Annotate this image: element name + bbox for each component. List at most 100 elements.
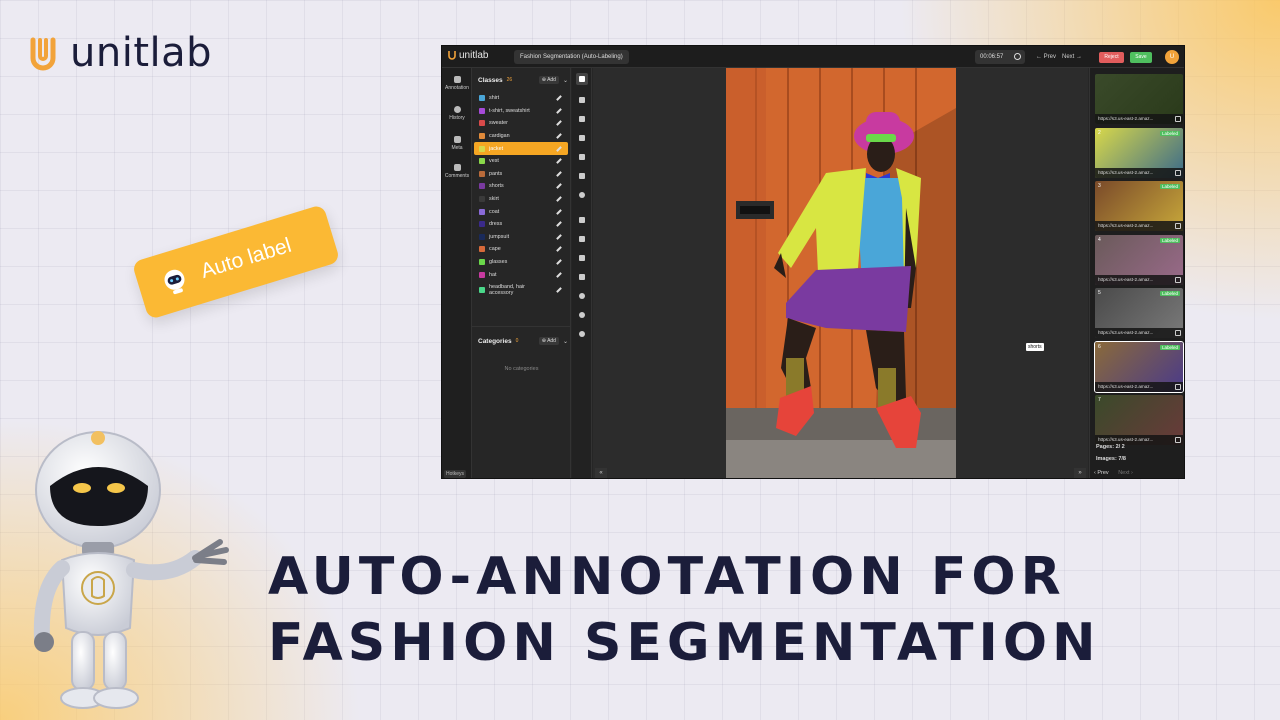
headline-line-2: FASHION SEGMENTATION: [268, 613, 1101, 673]
thumbnail-item[interactable]: 2 Labeled https://s3.us-east-2.amaz...: [1095, 127, 1183, 178]
thumbs-next-button[interactable]: Next ›: [1118, 470, 1133, 476]
search-icon[interactable]: [576, 290, 588, 302]
thumbnail-item[interactable]: 7 https://s3.us-east-2.amaz...: [1095, 395, 1183, 445]
copy-icon[interactable]: [1175, 116, 1181, 122]
pencil-icon[interactable]: [556, 196, 562, 202]
shape-tool-icon[interactable]: [576, 113, 588, 125]
class-item-coat[interactable]: coat: [474, 205, 568, 218]
class-item-vest[interactable]: vest: [474, 155, 568, 168]
zoom-in-icon[interactable]: [576, 309, 588, 321]
class-item-cape[interactable]: cape: [474, 243, 568, 256]
pencil-icon[interactable]: [556, 208, 562, 215]
class-color-swatch: [479, 208, 485, 215]
class-item-shorts[interactable]: shorts: [474, 180, 568, 193]
class-item-jumpsuit[interactable]: jumpsuit: [474, 231, 568, 244]
class-item-t-shirt[interactable]: t-shirt, sweatshirt: [474, 105, 568, 118]
class-color-swatch: [479, 170, 485, 177]
thumbnail-item[interactable]: https://s3.us-east-2.amaz...: [1095, 74, 1183, 124]
brush-tool-icon[interactable]: [576, 94, 588, 106]
pencil-icon[interactable]: [556, 95, 562, 102]
pencil-icon[interactable]: [556, 233, 562, 240]
rail-item-comments[interactable]: Comments: [442, 164, 472, 179]
copy-icon[interactable]: [1175, 437, 1181, 443]
class-item-cardigan[interactable]: cardigan: [474, 130, 568, 143]
class-item-hat[interactable]: hat: [474, 268, 568, 281]
class-name: jacket: [489, 145, 504, 152]
categories-count: 0: [515, 338, 519, 344]
class-color-swatch: [479, 259, 485, 266]
class-item-skirt[interactable]: skirt: [474, 193, 568, 206]
copy-icon[interactable]: [1175, 330, 1181, 336]
avatar[interactable]: U: [1165, 50, 1179, 64]
copy-icon[interactable]: [1175, 276, 1181, 283]
class-name: jumpsuit: [489, 233, 510, 240]
lasso-tool-icon[interactable]: [576, 132, 588, 144]
copy-icon[interactable]: [1175, 169, 1181, 176]
hand-tool-icon[interactable]: [576, 73, 588, 85]
contrast-tool-icon[interactable]: [576, 189, 588, 201]
thumbnail-pagination: ‹ Prev Next ›: [1094, 470, 1133, 476]
left-rail: Annotation History Meta Comments Hotkeys: [442, 68, 472, 478]
categories-title: Categories: [478, 337, 512, 345]
class-item-glasses[interactable]: glasses: [474, 256, 568, 269]
rail-item-meta[interactable]: Meta: [442, 136, 472, 151]
annotation-canvas[interactable]: shorts « »: [593, 68, 1088, 479]
hotkeys-button[interactable]: Hotkeys: [444, 470, 467, 478]
pencil-icon[interactable]: [556, 259, 562, 265]
clock-icon[interactable]: [1014, 53, 1021, 60]
rail-item-annotation[interactable]: Annotation: [442, 76, 472, 91]
thumbs-prev-button[interactable]: ‹ Prev: [1094, 470, 1109, 476]
pencil-icon[interactable]: [556, 221, 562, 228]
add-class-button[interactable]: ⊕ Add: [538, 76, 559, 84]
pencil-icon[interactable]: [556, 145, 562, 152]
prev-button[interactable]: ← Prev: [1036, 50, 1056, 64]
class-item-shirt[interactable]: shirt: [474, 92, 568, 105]
brand-logo: unitlab: [28, 30, 212, 76]
pencil-icon[interactable]: [556, 271, 562, 278]
class-item-headband[interactable]: headband, hair accessory: [474, 281, 568, 300]
pencil-icon[interactable]: [556, 183, 562, 190]
class-color-swatch: [479, 271, 485, 278]
redo-icon[interactable]: [576, 233, 588, 245]
eraser-tool-icon[interactable]: [576, 151, 588, 163]
collapse-left-icon[interactable]: «: [595, 468, 607, 478]
rotate-left-icon[interactable]: [576, 252, 588, 264]
undo-icon[interactable]: [576, 214, 588, 226]
reject-button[interactable]: Reject: [1099, 52, 1124, 63]
class-color-swatch: [479, 183, 485, 190]
class-item-pants[interactable]: pants: [474, 168, 568, 181]
chevron-down-icon[interactable]: ⌄: [563, 77, 568, 84]
copy-icon[interactable]: [1175, 223, 1181, 229]
zoom-out-icon[interactable]: [576, 328, 588, 340]
copy-icon[interactable]: [1175, 383, 1181, 390]
pencil-icon[interactable]: [556, 158, 562, 165]
annotated-photo[interactable]: [726, 68, 956, 479]
pencil-icon[interactable]: [556, 133, 562, 139]
shorts-label-tag: shorts: [1026, 343, 1044, 351]
rotate-right-icon[interactable]: [576, 271, 588, 283]
next-button[interactable]: Next →: [1062, 50, 1082, 64]
class-item-dress[interactable]: dress: [474, 218, 568, 231]
comment-tool-icon[interactable]: [576, 170, 588, 182]
class-item-jacket[interactable]: jacket: [474, 142, 568, 155]
chevron-down-icon[interactable]: ⌄: [563, 338, 568, 345]
class-color-swatch: [479, 95, 485, 102]
thumbnail-item[interactable]: 3 Labeled https://s3.us-east-2.amaz...: [1095, 181, 1183, 231]
classes-panel: Classes 26 ⊕ Add ⌄ shirt t-shirt, sweatsh…: [472, 68, 571, 478]
save-button[interactable]: Save: [1130, 52, 1152, 63]
pencil-icon[interactable]: [556, 287, 562, 294]
pencil-icon[interactable]: [556, 246, 562, 253]
comments-icon: [453, 164, 461, 171]
thumbnail-item[interactable]: 4 Labeled https://s3.us-east-2.amaz...: [1095, 234, 1183, 285]
pencil-icon[interactable]: [556, 171, 562, 177]
add-category-button[interactable]: ⊕ Add: [538, 337, 559, 345]
class-item-sweater[interactable]: sweater: [474, 117, 568, 130]
pencil-icon[interactable]: [556, 120, 562, 127]
labeled-badge: Labeled: [1159, 344, 1180, 350]
pencil-icon[interactable]: [556, 108, 562, 114]
app-logo[interactable]: unitlab: [448, 50, 488, 61]
rail-item-history[interactable]: History: [442, 106, 472, 121]
thumbnail-item[interactable]: 6 Labeled https://s3.us-east-2.amaz...: [1094, 340, 1184, 393]
thumbnail-item[interactable]: 5 Labeled https://s3.us-east-2.amaz...: [1095, 288, 1183, 338]
collapse-right-icon[interactable]: »: [1074, 468, 1086, 478]
